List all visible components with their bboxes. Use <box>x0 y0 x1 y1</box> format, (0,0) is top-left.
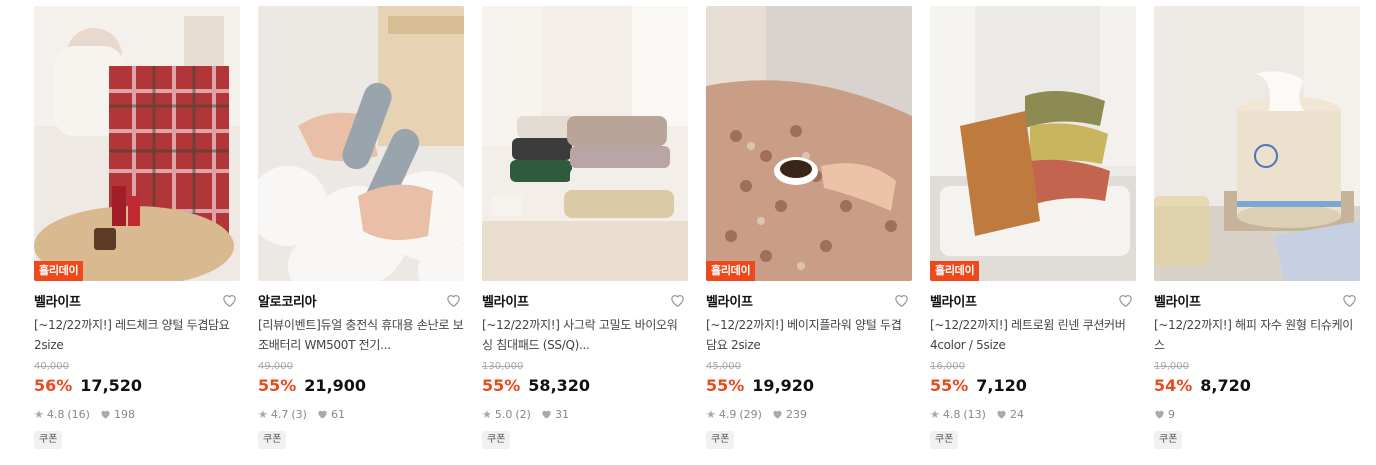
discount-rate: 54% <box>1154 376 1193 395</box>
likes: 24 <box>996 408 1024 421</box>
brand-name[interactable]: 벨라이프 <box>482 291 529 310</box>
sale-price: 8,720 <box>1200 376 1251 395</box>
product-title[interactable]: [리뷰이벤트]듀얼 충전식 휴대용 손난로 보조배터리 WM500T 전기... <box>258 315 464 355</box>
original-price: 130,000 <box>482 361 524 372</box>
likes: 61 <box>317 408 345 421</box>
product-image[interactable] <box>258 6 464 281</box>
heart-icon <box>318 410 327 419</box>
wishlist-heart-icon[interactable] <box>668 291 686 309</box>
coupon-tag: 쿠폰 <box>482 431 511 449</box>
product-image[interactable]: 홀리데이 <box>930 6 1136 281</box>
likes: 239 <box>772 408 807 421</box>
star-icon: ★ <box>34 407 44 421</box>
product-image[interactable]: 홀리데이 <box>706 6 912 281</box>
rating: ★ 5.0 (2) <box>482 407 531 421</box>
rating: ★ 4.8 (13) <box>930 407 986 421</box>
discount-rate: 55% <box>482 376 521 395</box>
sale-price: 19,920 <box>752 376 815 395</box>
heart-icon <box>542 410 551 419</box>
product-title[interactable]: [~12/22까지!] 사그락 고밀도 바이오워싱 침대패드 (SS/Q)... <box>482 315 688 355</box>
product-photo-flower-blanket <box>706 6 912 281</box>
original-price: 19,000 <box>1154 361 1189 372</box>
product-title[interactable]: [~12/22까지!] 해피 자수 원형 티슈케이스 <box>1154 315 1360 355</box>
holiday-badge: 홀리데이 <box>34 261 84 281</box>
holiday-badge: 홀리데이 <box>706 261 756 281</box>
heart-icon <box>773 410 782 419</box>
discount-rate: 56% <box>34 376 73 395</box>
original-price: 49,000 <box>258 361 293 372</box>
likes: 31 <box>541 408 569 421</box>
holiday-badge: 홀리데이 <box>930 261 980 281</box>
wishlist-heart-icon[interactable] <box>1340 291 1358 309</box>
wishlist-heart-icon[interactable] <box>892 291 910 309</box>
product-card[interactable]: 홀리데이 벨라이프 [~12/22까지!] 레트로윔 린넨 쿠션커버 4colo… <box>930 6 1136 461</box>
coupon-tag: 쿠폰 <box>930 431 959 449</box>
brand-name[interactable]: 알로코리아 <box>258 291 317 310</box>
coupon-tag: 쿠폰 <box>34 431 63 449</box>
star-icon: ★ <box>706 407 716 421</box>
star-icon: ★ <box>930 407 940 421</box>
discount-rate: 55% <box>258 376 297 395</box>
likes: 9 <box>1154 408 1175 421</box>
discount-rate: 55% <box>706 376 745 395</box>
coupon-tag: 쿠폰 <box>1154 431 1183 449</box>
product-photo-tissue-case <box>1154 6 1360 281</box>
product-card[interactable]: 벨라이프 [~12/22까지!] 사그락 고밀도 바이오워싱 침대패드 (SS/… <box>482 6 688 461</box>
sale-price: 7,120 <box>976 376 1027 395</box>
discount-rate: 55% <box>930 376 969 395</box>
heart-icon <box>101 410 110 419</box>
sale-price: 21,900 <box>304 376 367 395</box>
product-title[interactable]: [~12/22까지!] 레드체크 양털 두겹담요 2size <box>34 315 240 355</box>
sale-price: 58,320 <box>528 376 591 395</box>
original-price: 16,000 <box>930 361 965 372</box>
product-photo-blanket-plaid <box>34 6 240 281</box>
brand-name[interactable]: 벨라이프 <box>706 291 753 310</box>
product-grid: 홀리데이 벨라이프 [~12/22까지!] 레드체크 양털 두겹담요 2size… <box>0 0 1376 465</box>
wishlist-heart-icon[interactable] <box>444 291 462 309</box>
product-image[interactable] <box>1154 6 1360 281</box>
wishlist-heart-icon[interactable] <box>220 291 238 309</box>
product-image[interactable]: 홀리데이 <box>34 6 240 281</box>
heart-icon <box>997 410 1006 419</box>
product-photo-hand-warmer <box>258 6 464 281</box>
rating: ★ 4.8 (16) <box>34 407 90 421</box>
product-title[interactable]: [~12/22까지!] 베이지플라워 양털 두겹담요 2size <box>706 315 912 355</box>
brand-name[interactable]: 벨라이프 <box>1154 291 1201 310</box>
product-image[interactable] <box>482 6 688 281</box>
original-price: 45,000 <box>706 361 741 372</box>
star-icon: ★ <box>482 407 492 421</box>
product-photo-cushions <box>930 6 1136 281</box>
brand-name[interactable]: 벨라이프 <box>34 291 81 310</box>
rating: ★ 4.7 (3) <box>258 407 307 421</box>
product-card[interactable]: 알로코리아 [리뷰이벤트]듀얼 충전식 휴대용 손난로 보조배터리 WM500T… <box>258 6 464 461</box>
product-card[interactable]: 홀리데이 벨라이프 [~12/22까지!] 레드체크 양털 두겹담요 2size… <box>34 6 240 461</box>
coupon-tag: 쿠폰 <box>258 431 287 449</box>
product-card[interactable]: 홀리데이 벨라이프 [~12/22까지!] 베이지플라워 양털 두겹담요 2si… <box>706 6 912 461</box>
brand-name[interactable]: 벨라이프 <box>930 291 977 310</box>
wishlist-heart-icon[interactable] <box>1116 291 1134 309</box>
coupon-tag: 쿠폰 <box>706 431 735 449</box>
star-icon: ★ <box>258 407 268 421</box>
original-price: 40,000 <box>34 361 69 372</box>
product-photo-bed-pads <box>482 6 688 281</box>
product-title[interactable]: [~12/22까지!] 레트로윔 린넨 쿠션커버 4color / 5size <box>930 315 1136 355</box>
heart-icon <box>1155 410 1164 419</box>
sale-price: 17,520 <box>80 376 143 395</box>
product-card[interactable]: 벨라이프 [~12/22까지!] 해피 자수 원형 티슈케이스 19,000 5… <box>1154 6 1360 461</box>
rating: ★ 4.9 (29) <box>706 407 762 421</box>
likes: 198 <box>100 408 135 421</box>
